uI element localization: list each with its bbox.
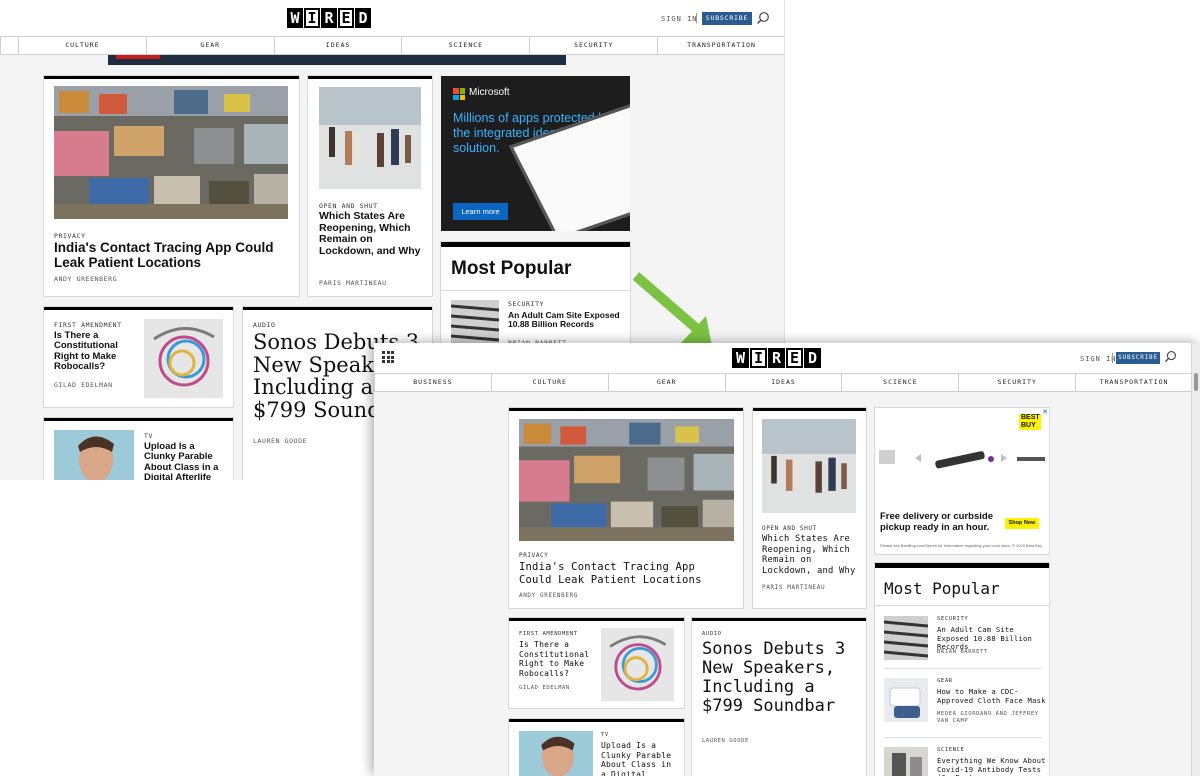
nav-item-ideas[interactable]: IDEAS <box>724 374 842 391</box>
popular-headline[interactable]: Everything We Know About Covid-19 Antibo… <box>937 756 1047 776</box>
shop-now-button[interactable]: Shop Now <box>1005 518 1039 529</box>
nav-item-gear[interactable]: GEAR <box>145 37 274 54</box>
microsoft-logo-icon <box>453 88 465 100</box>
old-header: WIRED SIGN IN SUBSCRIBE <box>0 0 784 36</box>
popular-kicker: GEAR <box>937 678 953 684</box>
story-kicker: AUDIO <box>702 631 722 637</box>
divider <box>441 290 630 291</box>
story-kicker: FIRST AMENDMENT <box>519 631 578 637</box>
scrollbar[interactable] <box>1191 343 1200 776</box>
story-headline[interactable]: Is There a Constitutional Right to Make … <box>519 640 599 678</box>
story-kicker: OPEN AND SHUT <box>319 202 378 210</box>
wired-logo[interactable]: WIRED <box>732 348 822 368</box>
nav-item-business[interactable]: BUSINESS <box>374 374 491 391</box>
photo-beach-crowd <box>319 87 421 189</box>
nav-item-science[interactable]: SCIENCE <box>841 374 958 391</box>
story-headline[interactable]: India's Contact Tracing App Could Leak P… <box>519 561 734 586</box>
header-divider <box>1112 353 1113 363</box>
divider <box>884 668 1042 669</box>
nav-item-gear[interactable]: GEAR <box>607 374 725 391</box>
story-byline[interactable]: ANDY GREENBERG <box>519 592 578 599</box>
photo-phone-illustration <box>144 319 223 398</box>
microsoft-ad[interactable]: Microsoft Millions of apps protected by … <box>441 76 630 231</box>
story-byline[interactable]: GILAD EDELMAN <box>54 381 113 389</box>
popular-byline[interactable]: BRIAN BARRETT <box>937 649 988 655</box>
nav-item-science[interactable]: SCIENCE <box>401 37 529 54</box>
photo-phone-illustration <box>601 628 674 701</box>
photo-cam-thumb <box>451 300 499 344</box>
story-kicker: TV <box>144 432 154 440</box>
story-headline[interactable]: Is There a Constitutional Right to Make … <box>54 330 138 373</box>
nav-item-transportation[interactable]: TRANSPORTATION <box>1075 374 1192 391</box>
nav-item-ideas[interactable]: IDEAS <box>273 37 402 54</box>
popular-kicker: SCIENCE <box>937 747 965 753</box>
photo-beach-crowd <box>762 419 856 513</box>
new-header: WIRED SIGN IN SUBSCRIBE <box>374 343 1200 373</box>
nav-item-security[interactable]: SECURITY <box>529 37 657 54</box>
streaming-stick-illustration <box>879 450 1045 469</box>
ad-close-icon[interactable]: ✕ <box>1042 408 1048 416</box>
story-byline[interactable]: LAUREN GOODE <box>702 738 749 744</box>
story-headline[interactable]: Upload Is a Clunky Parable About Class i… <box>144 441 224 480</box>
new-design-window: WIRED SIGN IN SUBSCRIBE BUSINESS CULTURE… <box>374 343 1200 776</box>
best-buy-logo: BEST BUY <box>1019 414 1041 430</box>
popular-headline[interactable]: How to Make a CDC-Approved Cloth Face Ma… <box>937 687 1047 705</box>
story-byline[interactable]: GILAD EDELMAN <box>519 685 570 691</box>
story-headline[interactable]: Which States Are Reopening, Which Remain… <box>319 210 427 257</box>
most-popular-title: Most Popular <box>884 579 1000 598</box>
popular-headline[interactable]: An Adult Cam Site Exposed 10.88 Billion … <box>508 310 626 330</box>
subscribe-button[interactable]: SUBSCRIBE <box>702 12 752 25</box>
ad-text: Free delivery or curbside pickup ready i… <box>880 511 993 533</box>
old-nav-bar: CULTURE GEAR IDEAS SCIENCE SECURITY TRAN… <box>0 36 784 55</box>
search-icon[interactable] <box>1164 350 1177 363</box>
subscribe-button[interactable]: SUBSCRIBE <box>1116 352 1160 364</box>
nav-item-culture[interactable]: CULTURE <box>490 374 608 391</box>
story-kicker: AUDIO <box>253 321 276 329</box>
menu-grid-icon[interactable] <box>382 351 394 363</box>
story-kicker: PRIVACY <box>54 232 86 240</box>
story-headline[interactable]: Which States Are Reopening, Which Remain… <box>762 534 862 576</box>
header-divider <box>696 13 697 23</box>
popular-kicker: SECURITY <box>508 300 545 308</box>
top-banner-ad[interactable] <box>108 55 566 65</box>
nav-item-security[interactable]: SECURITY <box>958 374 1075 391</box>
wired-logo[interactable]: WIRED <box>287 8 372 28</box>
story-headline[interactable]: India's Contact Tracing App Could Leak P… <box>54 240 284 271</box>
story-headline[interactable]: Upload Is a Clunky Parable About Class i… <box>601 741 679 776</box>
search-icon[interactable] <box>756 11 770 25</box>
photo-cam-thumb <box>884 616 928 660</box>
ad-cta-button[interactable]: Learn more <box>453 203 508 220</box>
nav-item-transportation[interactable]: TRANSPORTATION <box>657 37 784 54</box>
divider <box>875 605 1049 606</box>
story-kicker: FIRST AMENDMENT <box>54 321 122 329</box>
popular-byline[interactable]: MEDEA GIORDANO AND JEFFREY VAN CAMP <box>937 711 1047 725</box>
ad-fine-print: Please see BestBuy.com/Stores for inform… <box>880 543 1043 548</box>
story-kicker: TV <box>601 732 609 738</box>
story-byline[interactable]: ANDY GREENBERG <box>54 275 117 283</box>
story-byline[interactable]: PARIS MARTINEAU <box>762 584 825 591</box>
story-headline[interactable]: Sonos Debuts 3 New Speakers, Including a… <box>702 639 862 716</box>
sign-in-link[interactable]: SIGN IN <box>661 15 698 23</box>
story-byline[interactable]: PARIS MARTINEAU <box>319 279 387 287</box>
ad-brand: Microsoft <box>469 87 510 98</box>
photo-trucks-market <box>519 419 734 541</box>
photo-actor-portrait <box>54 430 134 480</box>
photo-antibody-thumb <box>884 747 928 776</box>
photo-actor-portrait <box>519 731 593 776</box>
new-nav-bar: BUSINESS CULTURE GEAR IDEAS SCIENCE SECU… <box>374 373 1192 392</box>
best-buy-ad[interactable]: BEST BUY ✕ Free delivery or curbside pic… <box>875 408 1049 554</box>
nav-item-culture[interactable]: CULTURE <box>18 37 146 54</box>
photo-trucks-market <box>54 86 288 219</box>
popular-kicker: SECURITY <box>937 616 969 622</box>
story-byline[interactable]: LAUREN GOODE <box>253 437 307 445</box>
nav-spacer <box>0 37 18 54</box>
divider <box>884 737 1042 738</box>
story-kicker: OPEN AND SHUT <box>762 525 817 532</box>
photo-mask-thumb <box>884 678 928 722</box>
story-kicker: PRIVACY <box>519 552 549 559</box>
most-popular-title: Most Popular <box>451 258 572 279</box>
